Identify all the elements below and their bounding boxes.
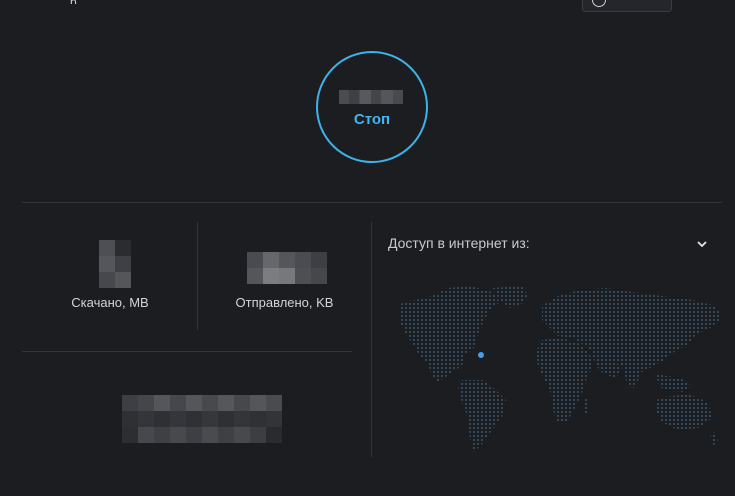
uploaded-value-blurred: [247, 252, 327, 284]
world-map: [400, 286, 722, 452]
header-partial-button[interactable]: [582, 0, 672, 12]
downloaded-label: Скачано, MB: [71, 295, 149, 310]
connection-timer-blurred: [339, 90, 403, 104]
divider-stats: [197, 222, 198, 330]
header-partial-text: р: [70, 0, 82, 4]
vpn-window: р Стоп Скачано, MB Отправлено, KB Доступ…: [0, 0, 735, 496]
map-land-dots: [400, 286, 722, 452]
downloaded-value-blurred: [99, 240, 131, 288]
access-from-label: Доступ в интернет из:: [388, 235, 530, 251]
stop-button[interactable]: Стоп: [316, 51, 428, 163]
location-dot-icon: [478, 352, 484, 358]
divider-map: [371, 222, 372, 457]
stop-label: Стоп: [353, 111, 391, 128]
divider-top: [22, 202, 722, 203]
divider-stats-bottom: [22, 351, 352, 352]
chevron-down-icon[interactable]: [696, 238, 708, 250]
clock-icon: [592, 0, 606, 7]
server-address-blurred: [122, 395, 282, 443]
uploaded-label: Отправлено, KB: [235, 295, 334, 310]
